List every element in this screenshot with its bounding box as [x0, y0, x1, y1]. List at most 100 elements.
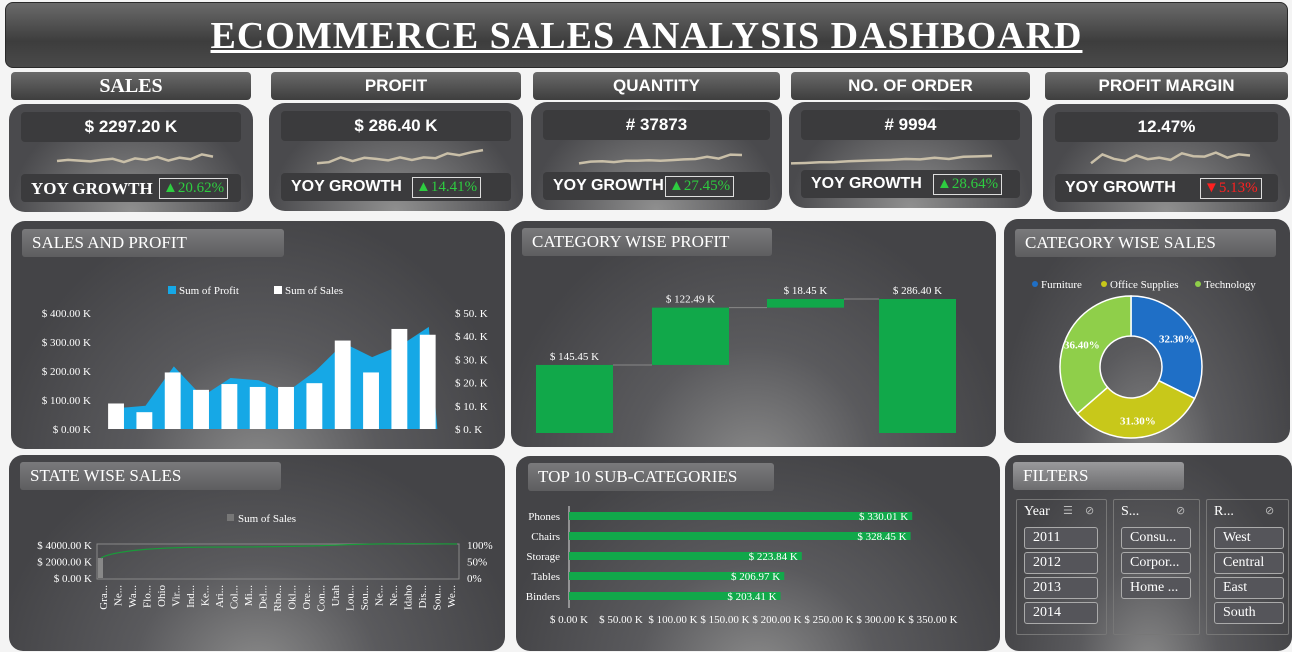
right-axis-tick: 100% [467, 540, 493, 552]
left-axis-tick: $ 100.00 K [42, 395, 91, 407]
legend-swatch-sales [227, 514, 234, 521]
waterfall-bar [767, 299, 844, 308]
left-axis-tick: $ 0.00 K [54, 573, 92, 585]
bar-value-label: $ 223.84 K [749, 551, 798, 563]
x-axis-tick: $ 300.00 K [856, 614, 905, 626]
kpi-value: 12.47% [1055, 112, 1278, 142]
legend-label: Office Supplies [1110, 279, 1179, 291]
right-axis-tick: $ 20. K [455, 378, 488, 390]
state-label: Ne... [113, 585, 125, 606]
sales-bar [164, 372, 181, 429]
top-sub-panel: TOP 10 SUB-CATEGORIES Phones $ 330.01 K Ch… [516, 456, 1000, 651]
sparkline-line [316, 148, 484, 165]
sparkline-line [56, 153, 214, 164]
state-label: Del... [258, 585, 270, 609]
left-axis-tick: $ 0.00 K [53, 424, 91, 436]
waterfall-bar [879, 299, 956, 433]
region-item-east[interactable]: East [1214, 577, 1284, 599]
state-label: Ke... [200, 585, 212, 606]
state-label: Wa... [127, 585, 139, 608]
right-axis-tick: 0% [467, 573, 482, 585]
clear-filter-icon[interactable]: ⊘ [1176, 504, 1185, 517]
sales-bar [419, 334, 436, 429]
clear-filter-icon[interactable]: ⊘ [1085, 504, 1094, 517]
segment-item-home-office[interactable]: Home ... [1121, 577, 1191, 599]
bar-value-label: $ 330.01 K [859, 511, 908, 523]
left-axis-tick: $ 2000.00 K [37, 557, 92, 569]
region-item-south[interactable]: South [1214, 602, 1284, 624]
year-item-2014[interactable]: 2014 [1024, 602, 1098, 624]
sales-bar [391, 328, 408, 429]
x-axis-tick: $ 150.00 K [700, 614, 749, 626]
x-axis-tick: $ 350.00 K [908, 614, 957, 626]
year-item-2011[interactable]: 2011 [1024, 527, 1098, 549]
sales-bar [334, 340, 351, 429]
category-sales-panel: CATEGORY WISE SALES Furniture Office Supp… [1004, 219, 1290, 443]
yoy-growth-value: ▲28.64% [933, 174, 1003, 195]
pareto-line [100, 543, 458, 559]
donut-label: 31.30% [1120, 416, 1156, 428]
region-slicer-header: R... [1214, 504, 1234, 519]
right-axis-tick: $ 50. K [455, 308, 488, 320]
right-axis-tick: $ 30. K [455, 354, 488, 366]
donut-label: 36.40% [1064, 340, 1100, 352]
sales-bar [278, 386, 294, 429]
legend-label: Technology [1204, 279, 1256, 291]
sales-bar [221, 384, 238, 429]
state-label: Ind... [185, 585, 197, 608]
filters-panel: FILTERS Year ☰ ⊘ 2011 2012 2013 2014 S..… [1005, 455, 1292, 651]
kpi-footer: YOY GROWTH ▲14.41% [281, 173, 511, 201]
category-label: Tables [531, 571, 560, 583]
filters-title: FILTERS [1013, 462, 1184, 490]
legend-label: Furniture [1041, 279, 1082, 291]
kpi-card: # 37873 YOY GROWTH ▲27.45% [531, 102, 782, 210]
state-label: Gra... [98, 585, 110, 610]
segment-slicer[interactable]: S... ⊘ Consu... Corpor... Home ... [1113, 499, 1200, 635]
right-axis-tick: $ 0. K [455, 424, 482, 436]
year-item-2013[interactable]: 2013 [1024, 577, 1098, 599]
kpi-footer: YOY GROWTH ▲27.45% [543, 172, 770, 200]
kpi-card: $ 286.40 K YOY GROWTH ▲14.41% [269, 103, 523, 211]
sales-bar [193, 389, 209, 429]
waterfall-label: $ 286.40 K [893, 285, 942, 297]
sales-bar [108, 403, 124, 429]
state-label: Dis... [417, 585, 429, 609]
state-label: Ne... [388, 585, 400, 606]
yoy-growth-value: ▲20.62% [159, 178, 229, 199]
segment-slicer-header: S... [1121, 504, 1140, 519]
dashboard-title: ECOMMERCE SALES ANALYSIS DASHBOARD [210, 15, 1083, 57]
state-label: Mi... [243, 585, 255, 606]
x-axis-tick: $ 100.00 K [648, 614, 697, 626]
kpi-sparkline [578, 153, 743, 165]
state-label: Col... [229, 585, 241, 609]
state-label: Flo... [142, 585, 154, 608]
multi-select-icon[interactable]: ☰ [1063, 504, 1073, 517]
kpi-footer: YOY GROWTH ▼5.13% [1055, 174, 1278, 202]
waterfall-bar [652, 307, 729, 365]
segment-item-consumer[interactable]: Consu... [1121, 527, 1191, 549]
region-item-west[interactable]: West [1214, 527, 1284, 549]
year-slicer[interactable]: Year ☰ ⊘ 2011 2012 2013 2014 [1016, 499, 1107, 635]
legend-dot [1101, 281, 1107, 287]
sales-bar [363, 372, 379, 429]
clear-filter-icon[interactable]: ⊘ [1265, 504, 1274, 517]
state-sales-pareto: Sum of Sales $ 4000.00 K $ 2000.00 K $ 0.00… [37, 513, 493, 612]
legend-profit: Sum of Profit [179, 285, 239, 297]
state-label: Lou... [344, 585, 356, 611]
state-label: Sou... [359, 585, 371, 611]
year-item-2012[interactable]: 2012 [1024, 552, 1098, 574]
category-profit-waterfall: $ 145.45 K $ 122.49 K $ 18.45 K $ 286.40 K [536, 285, 956, 433]
kpi-header: PROFIT [271, 72, 521, 100]
category-sales-donut: Furniture Office Supplies Technology 32.30%… [1032, 279, 1256, 439]
yoy-growth-label: YOY GROWTH [811, 175, 922, 192]
kpi-sparkline [316, 148, 484, 165]
x-axis-tick: $ 200.00 K [752, 614, 801, 626]
segment-item-corporate[interactable]: Corpor... [1121, 552, 1191, 574]
state-label: We... [446, 585, 458, 608]
waterfall-label: $ 122.49 K [666, 294, 715, 306]
right-axis-tick: 50% [467, 557, 487, 569]
region-item-central[interactable]: Central [1214, 552, 1284, 574]
yoy-growth-label: YOY GROWTH [553, 177, 664, 194]
region-slicer[interactable]: R... ⊘ West Central East South [1206, 499, 1289, 635]
kpi-header: PROFIT MARGIN [1045, 72, 1288, 100]
